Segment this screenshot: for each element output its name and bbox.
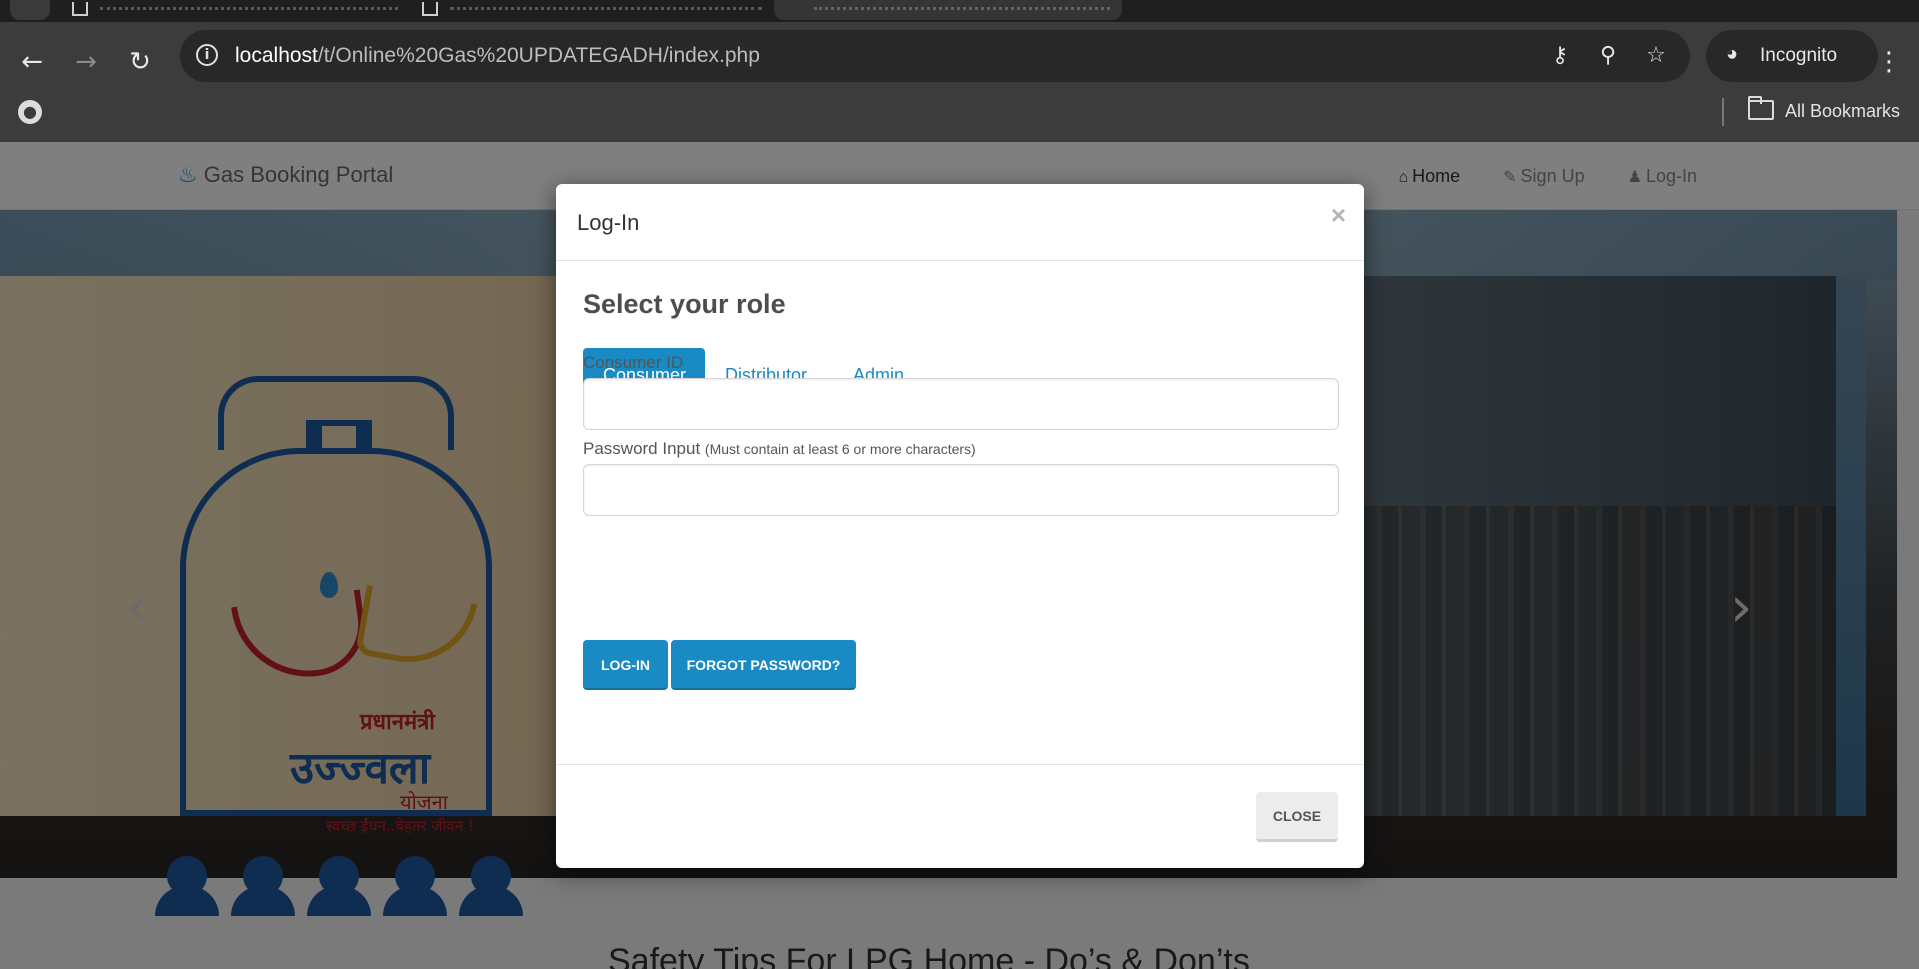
close-icon[interactable]: ×: [1331, 202, 1346, 228]
bookmarks-bar: ● All Bookmarks: [0, 90, 1919, 142]
tab-strip: [0, 0, 1919, 22]
back-icon[interactable]: ←: [14, 44, 50, 80]
url-text[interactable]: localhost/t/Online%20Gas%20UPDATEGADH/in…: [235, 44, 760, 68]
address-bar[interactable]: i localhost/t/Online%20Gas%20UPDATEGADH/…: [180, 30, 1690, 82]
password-field[interactable]: [583, 464, 1339, 516]
forgot-password-button[interactable]: FORGOT PASSWORD?: [671, 640, 856, 690]
incognito-label: Incognito: [1760, 45, 1838, 66]
incognito-indicator[interactable]: ◕ Incognito: [1706, 30, 1878, 82]
tab-title: [814, 2, 1110, 10]
browser-tab-active[interactable]: [774, 0, 1122, 20]
folder-icon: [1748, 96, 1774, 120]
site-info-icon[interactable]: i: [196, 44, 218, 66]
browser-menu-icon[interactable]: ⋮: [1876, 44, 1902, 80]
url-host: localhost: [235, 44, 318, 67]
tab-title: [100, 2, 398, 10]
tab-favicon-icon: [72, 2, 88, 16]
zoom-icon[interactable]: ⚲: [1594, 42, 1622, 70]
consumer-id-label: Consumer ID: [583, 353, 684, 372]
login-modal: Log-In × Select your role Consumer Distr…: [556, 184, 1364, 868]
all-bookmarks-link[interactable]: All Bookmarks: [1785, 101, 1900, 122]
tab-search[interactable]: [10, 0, 50, 20]
incognito-icon: ◕: [1726, 43, 1739, 65]
password-hint: (Must contain at least 6 or more charact…: [704, 441, 976, 457]
url-path: /t/Online%20Gas%20UPDATEGADH/index.php: [317, 44, 760, 67]
tab-favicon-icon: [422, 2, 438, 16]
browser-tab[interactable]: [60, 0, 410, 20]
login-button[interactable]: LOG-IN: [583, 640, 668, 690]
modal-header: Log-In ×: [556, 184, 1364, 261]
tab-title: [450, 2, 762, 10]
forward-icon[interactable]: →: [68, 44, 104, 80]
reload-icon[interactable]: ↻: [122, 44, 158, 80]
password-key-icon[interactable]: ⚷: [1546, 42, 1574, 70]
bookmark-star-icon[interactable]: ☆: [1642, 42, 1670, 70]
role-heading: Select your role: [583, 289, 786, 319]
bookmarks-divider: [1722, 98, 1724, 126]
close-button[interactable]: CLOSE: [1256, 792, 1338, 842]
password-label-text: Password Input: [583, 439, 701, 458]
modal-title: Log-In: [577, 210, 640, 235]
modal-footer-divider: [556, 764, 1364, 765]
browser-tab[interactable]: [410, 0, 774, 20]
password-label: Password Input (Must contain at least 6 …: [583, 439, 976, 459]
globe-icon[interactable]: ●: [18, 100, 42, 124]
consumer-id-field[interactable]: [583, 378, 1339, 430]
